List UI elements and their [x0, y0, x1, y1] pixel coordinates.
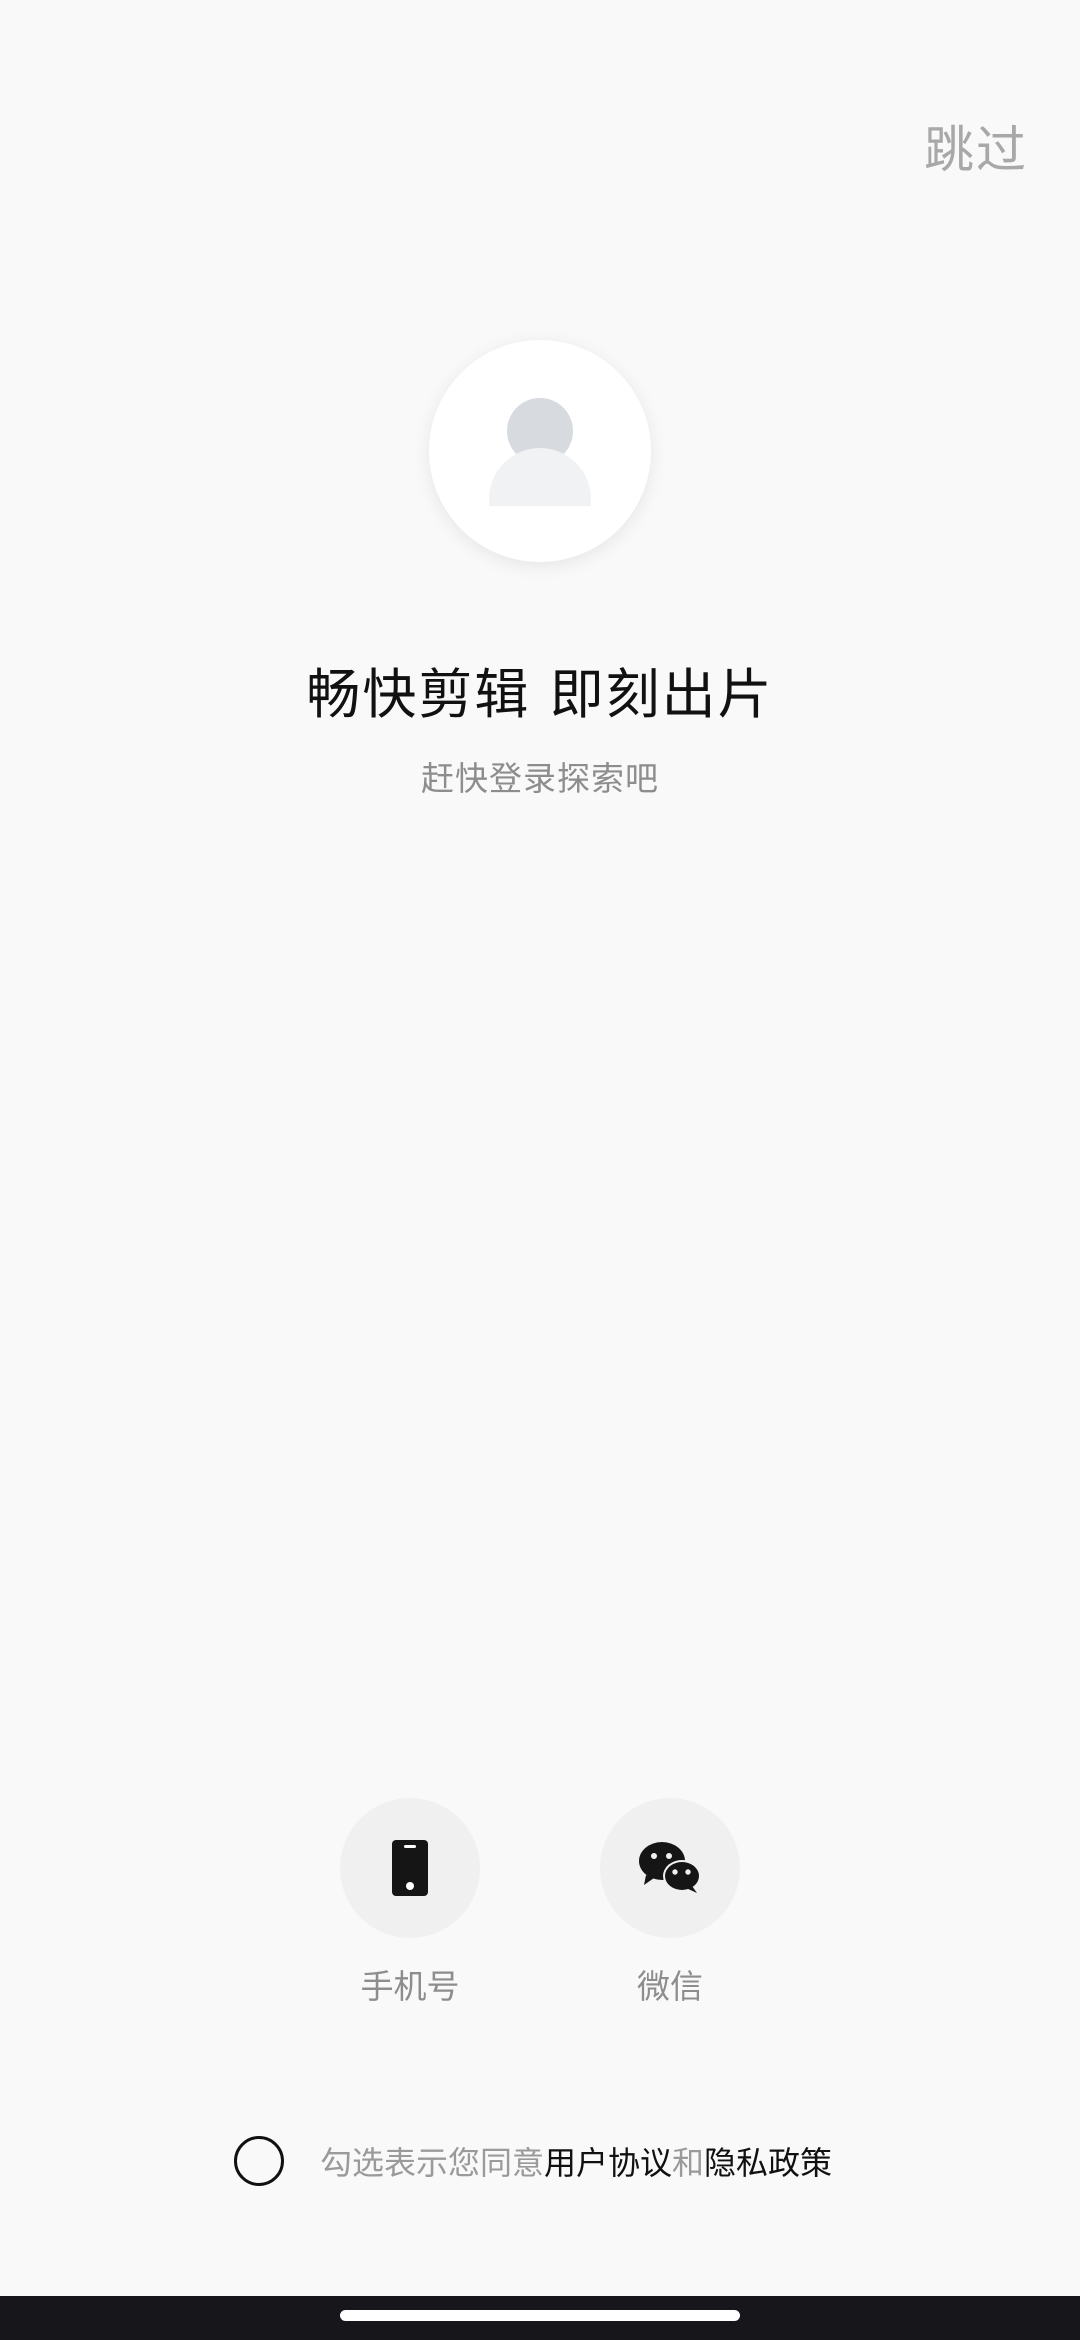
agreement-conjunction: 和: [672, 2144, 705, 2182]
avatar: [429, 340, 651, 562]
agreement-prefix: 勾选表示您同意: [320, 2144, 545, 2182]
phone-login-option[interactable]: 手机号: [340, 1798, 480, 2008]
wechat-login-button[interactable]: [600, 1798, 740, 1938]
privacy-policy-link[interactable]: 隐私政策: [704, 2138, 832, 2184]
wechat-icon: [639, 1842, 701, 1893]
page-title: 畅快剪辑 即刻出片: [306, 663, 774, 726]
avatar-body-icon: [489, 448, 591, 507]
phone-login-label: 手机号: [360, 1967, 460, 2006]
wechat-login-option[interactable]: 微信: [600, 1798, 740, 2008]
agreement-row: 勾选表示您同意 用户协议 和 隐私政策: [234, 2136, 832, 2186]
skip-button[interactable]: 跳过: [924, 110, 1028, 182]
phone-icon: [392, 1840, 428, 1896]
wechat-login-label: 微信: [637, 1967, 703, 2006]
page-subtitle: 赶快登录探索吧: [421, 759, 659, 798]
home-indicator[interactable]: [340, 2310, 740, 2321]
user-agreement-link[interactable]: 用户协议: [544, 2138, 672, 2184]
phone-login-button[interactable]: [340, 1798, 480, 1938]
agreement-checkbox[interactable]: [234, 2136, 284, 2186]
system-navigation-bar: [0, 2296, 1080, 2340]
